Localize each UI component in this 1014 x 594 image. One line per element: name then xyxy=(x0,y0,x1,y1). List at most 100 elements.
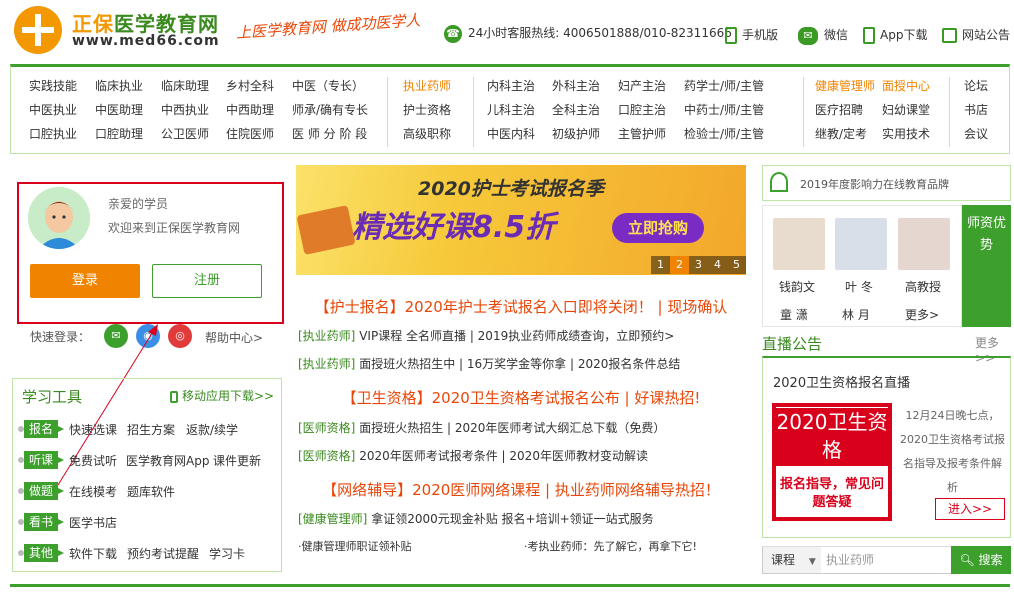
teachers-more-link[interactable]: 更多> xyxy=(905,306,939,323)
tool-link[interactable]: 医学书店 xyxy=(69,514,117,531)
register-button[interactable]: 注册 xyxy=(152,264,262,298)
nav-link[interactable]: 论坛 xyxy=(964,77,988,94)
nav-link[interactable]: 主管护师 xyxy=(618,125,666,142)
tool-link[interactable]: 题库软件 xyxy=(127,483,175,500)
teacher-advantage-tab[interactable]: 师资优势 xyxy=(962,205,1011,327)
nav-link[interactable]: 中西助理 xyxy=(226,101,274,118)
teacher-name[interactable]: 林 月 xyxy=(842,306,870,323)
search-button[interactable]: 🔍︎ 搜索 xyxy=(951,546,1011,574)
nav-link[interactable]: 中医（专长） xyxy=(292,77,364,94)
help-center-link[interactable]: 帮助中心> xyxy=(205,329,263,346)
news-item[interactable]: [医师资格] 2020年医师考试报考条件 | 2020年医师教材变动解读 xyxy=(298,447,648,464)
teacher-name[interactable]: 钱韵文 xyxy=(779,278,815,295)
nav-link[interactable]: 口腔主治 xyxy=(618,101,666,118)
nav-link[interactable]: 妇产主治 xyxy=(618,77,666,94)
announcement-link[interactable]: 网站公告 xyxy=(942,26,1010,43)
banner-page-4[interactable]: 4 xyxy=(708,256,727,274)
banner-page-5[interactable]: 5 xyxy=(727,256,746,274)
tool-link[interactable]: 预约考试提醒 xyxy=(127,545,199,562)
teacher-photo[interactable] xyxy=(835,218,887,270)
nav-link[interactable]: 检验士/师/主管 xyxy=(684,125,764,142)
nav-link[interactable]: 妇幼课堂 xyxy=(882,101,930,118)
teacher-name[interactable]: 童 潇 xyxy=(780,306,808,323)
nav-link[interactable]: 实践技能 xyxy=(29,77,77,94)
nav-link[interactable]: 书店 xyxy=(964,101,988,118)
nav-link[interactable]: 中医助理 xyxy=(95,101,143,118)
nav-link[interactable]: 外科主治 xyxy=(552,77,600,94)
nav-link[interactable]: 实用技术 xyxy=(882,125,930,142)
tool-link[interactable]: 软件下载 xyxy=(69,545,117,562)
nav-link[interactable]: 住院医师 xyxy=(226,125,274,142)
phone-icon: ☎ xyxy=(444,24,462,43)
nav-link[interactable]: 临床助理 xyxy=(161,77,209,94)
nav-link[interactable]: 会议 xyxy=(964,125,988,142)
banner-buy-button[interactable]: 立即抢购 xyxy=(612,213,704,243)
nav-link[interactable]: 口腔助理 xyxy=(95,125,143,142)
nav-link[interactable]: 中西执业 xyxy=(161,101,209,118)
nav-link[interactable]: 中医执业 xyxy=(29,101,77,118)
avatar-icon xyxy=(28,187,90,249)
teacher-photo[interactable] xyxy=(898,218,950,270)
news-headline-3[interactable]: 【网络辅导】2020医师网络课程 | 执业药师网络辅导热招！ xyxy=(296,479,746,500)
nav-link[interactable]: 乡村全科 xyxy=(226,77,274,94)
mobile-app-download-link[interactable]: 移动应用下载>> xyxy=(170,387,274,404)
hotline: ☎ 24小时客服热线: 4006501888/010-82311666 xyxy=(444,24,732,43)
news-headline-1[interactable]: 【护士报名】2020年护士考试报名入口即将关闭！ | 现场确认 xyxy=(296,296,746,317)
search-input[interactable]: 执业药师 xyxy=(822,547,950,573)
nav-link[interactable]: 医疗招聘 xyxy=(815,101,863,118)
banner-page-3[interactable]: 3 xyxy=(689,256,708,274)
logo-icon[interactable] xyxy=(14,6,62,54)
nav-link[interactable]: 公卫医师 xyxy=(161,125,209,142)
nav-link[interactable]: 口腔执业 xyxy=(29,125,77,142)
tool-link[interactable]: 学习卡 xyxy=(209,545,245,562)
tool-tag: 其他 xyxy=(24,544,64,562)
teacher-name[interactable]: 叶 冬 xyxy=(845,278,873,295)
nav-link[interactable]: 儿科主治 xyxy=(487,101,535,118)
tool-link[interactable]: 医学教育网App xyxy=(126,452,209,469)
login-button[interactable]: 登录 xyxy=(30,264,140,298)
nav-link[interactable]: 护士资格 xyxy=(403,101,451,118)
wechat-link[interactable]: ✉ 微信 xyxy=(798,26,848,45)
teacher-photo[interactable] xyxy=(773,218,825,270)
nav-link[interactable]: 全科主治 xyxy=(552,101,600,118)
nav-link[interactable]: 中药士/师/主管 xyxy=(684,101,764,118)
weibo-login-icon[interactable]: ◎ xyxy=(168,324,192,348)
tool-link[interactable]: 快速选课 xyxy=(69,421,117,438)
news-item[interactable]: ·考执业药师：先了解它，再拿下它! xyxy=(524,538,697,554)
nav-link[interactable]: 临床执业 xyxy=(95,77,143,94)
nav-link[interactable]: 健康管理师 xyxy=(815,77,875,94)
live-headline[interactable]: 2020卫生资格报名直播 xyxy=(773,372,910,391)
wechat-icon: ✉ xyxy=(798,26,818,45)
nav-link[interactable]: 药学士/师/主管 xyxy=(684,77,764,94)
tool-link[interactable]: 免费试听 xyxy=(69,452,117,469)
tool-link[interactable]: 在线模考 xyxy=(69,483,117,500)
news-item[interactable]: ·健康管理师职证领补贴 xyxy=(298,538,412,554)
award-icon xyxy=(770,172,788,192)
nav-link[interactable]: 医 师 分 阶 段 xyxy=(292,125,367,142)
search-category-select[interactable]: 课程 ▼ xyxy=(763,547,821,573)
app-download-link[interactable]: App下载 xyxy=(863,26,927,44)
news-item[interactable]: [健康管理师] 拿证领2000元现金补贴 报名+培训+领证一站式服务 xyxy=(298,510,654,527)
tool-link[interactable]: 课件更新 xyxy=(213,452,261,469)
news-item[interactable]: [执业药师] VIP课程 全名师直播 | 2019执业药师成绩查询，立即预约> xyxy=(298,327,674,344)
app-icon xyxy=(863,27,875,44)
nav-link[interactable]: 师承/确有专长 xyxy=(292,101,368,118)
banner-page-2[interactable]: 2 xyxy=(670,256,689,274)
teacher-name[interactable]: 高教授 xyxy=(905,278,941,295)
greeting-line-2: 欢迎来到正保医学教育网 xyxy=(108,221,241,235)
mobile-link[interactable]: 手机版 xyxy=(725,26,778,44)
enter-live-button[interactable]: 进入>> xyxy=(935,498,1005,520)
nav-link[interactable]: 初级护师 xyxy=(552,125,600,142)
tool-link[interactable]: 返款/续学 xyxy=(186,421,238,438)
nav-link[interactable]: 继教/定考 xyxy=(815,125,867,142)
tool-link[interactable]: 招生方案 xyxy=(127,421,175,438)
banner-page-1[interactable]: 1 xyxy=(651,256,670,274)
news-item[interactable]: [医师资格] 面授班火热招生 | 2020年医师考试大纲汇总下载（免费） xyxy=(298,419,665,436)
news-item[interactable]: [执业药师] 面授班火热招生中 | 16万奖学金等你拿 | 2020报名条件总结 xyxy=(298,355,680,372)
news-headline-2[interactable]: 【卫生资格】2020卫生资格考试报名公布 | 好课热招! xyxy=(296,387,746,408)
nav-link[interactable]: 执业药师 xyxy=(403,77,451,94)
nav-link[interactable]: 高级职称 xyxy=(403,125,451,142)
nav-link[interactable]: 面授中心 xyxy=(882,77,930,94)
nav-link[interactable]: 中医内科 xyxy=(487,125,535,142)
nav-link[interactable]: 内科主治 xyxy=(487,77,535,94)
